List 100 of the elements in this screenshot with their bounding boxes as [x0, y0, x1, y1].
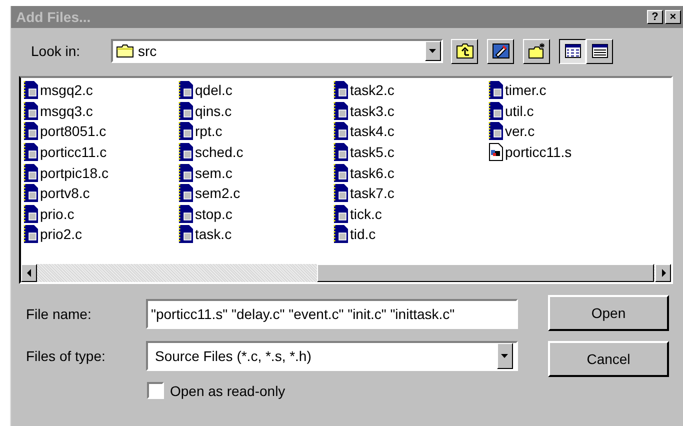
- file-name: timer.c: [505, 82, 546, 98]
- c-file-icon: [23, 122, 39, 140]
- horizontal-scrollbar[interactable]: [21, 264, 671, 282]
- look-in-label: Look in:: [31, 43, 82, 59]
- file-item[interactable]: portv8.c: [23, 182, 178, 204]
- file-item[interactable]: portpic18.c: [23, 162, 178, 183]
- file-name: task.c: [195, 226, 232, 242]
- file-name: qdel.c: [195, 82, 232, 98]
- scroll-left-button[interactable]: [21, 264, 37, 282]
- file-item[interactable]: stop.c: [178, 204, 333, 224]
- file-name-field[interactable]: "porticc11.s" "delay.c" "event.c" "init.c" "inittask.c": [146, 299, 518, 329]
- c-file-icon: [333, 81, 349, 100]
- file-item[interactable]: qins.c: [178, 100, 333, 122]
- read-only-checkbox[interactable]: [147, 382, 164, 399]
- file-item[interactable]: tick.c: [333, 204, 488, 224]
- file-item[interactable]: task3.c: [333, 100, 488, 122]
- folder-icon: [116, 44, 134, 58]
- file-name: qins.c: [195, 102, 232, 119]
- c-file-icon: [178, 122, 194, 140]
- file-name: portv8.c: [40, 185, 90, 202]
- c-file-icon: [333, 184, 349, 202]
- c-file-icon: [333, 102, 349, 120]
- file-item[interactable]: qdel.c: [178, 80, 333, 101]
- file-item[interactable]: sem.c: [178, 162, 333, 183]
- c-file-icon: [23, 81, 39, 100]
- help-button[interactable]: ?: [647, 10, 663, 24]
- c-file-icon: [333, 143, 349, 162]
- c-file-icon: [178, 184, 194, 202]
- c-file-icon: [488, 81, 504, 100]
- read-only-label: Open as read-only: [170, 382, 286, 398]
- c-file-icon: [23, 184, 39, 202]
- c-file-icon: [178, 81, 194, 100]
- file-item[interactable]: tid.c: [333, 224, 488, 245]
- file-item[interactable]: task7.c: [333, 182, 488, 204]
- c-file-icon: [178, 204, 194, 223]
- c-file-icon: [23, 204, 39, 223]
- toolbar-button[interactable]: [559, 38, 586, 64]
- file-name: prio2.c: [40, 226, 82, 242]
- file-item[interactable]: task4.c: [333, 121, 488, 142]
- c-file-icon: [23, 164, 39, 182]
- file-item[interactable]: prio2.c: [23, 224, 178, 245]
- file-type-dropdown[interactable]: Source Files (*.c, *.s, *.h): [146, 341, 518, 371]
- file-name: ver.c: [505, 123, 535, 140]
- file-item[interactable]: msgq2.c: [23, 80, 178, 101]
- file-item[interactable]: task5.c: [333, 142, 488, 162]
- file-item[interactable]: task2.c: [333, 80, 488, 101]
- c-file-icon: [333, 204, 349, 223]
- file-item[interactable]: port8051.c: [23, 121, 178, 142]
- scroll-right-button[interactable]: [655, 264, 671, 282]
- c-file-icon: [333, 164, 349, 182]
- file-name: sem2.c: [195, 185, 240, 202]
- file-name: msgq3.c: [40, 102, 93, 119]
- file-name: task3.c: [350, 102, 394, 119]
- c-file-icon: [23, 102, 39, 120]
- file-name: sem.c: [195, 164, 232, 181]
- file-item[interactable]: msgq3.c: [23, 100, 178, 122]
- c-file-icon: [178, 164, 194, 182]
- file-type-label: Files of type:: [26, 348, 106, 364]
- file-item[interactable]: prio.c: [23, 204, 178, 224]
- file-name: task7.c: [350, 185, 394, 202]
- up-folder-icon: [456, 43, 474, 59]
- c-file-icon: [488, 102, 504, 120]
- c-file-icon: [178, 143, 194, 162]
- details-view-icon: [592, 44, 608, 58]
- c-file-icon: [23, 225, 39, 244]
- file-item[interactable]: task6.c: [333, 162, 488, 183]
- file-name: util.c: [505, 102, 534, 119]
- file-item[interactable]: ver.c: [488, 121, 643, 142]
- close-button[interactable]: ×: [665, 10, 681, 24]
- look-in-value: src: [138, 43, 158, 59]
- scrollbar-thumb[interactable]: [317, 264, 654, 282]
- file-name: prio.c: [40, 206, 74, 222]
- c-file-icon: [333, 122, 349, 140]
- file-name: stop.c: [195, 206, 232, 222]
- file-name: tid.c: [350, 226, 376, 242]
- c-file-icon: [178, 225, 194, 244]
- file-item[interactable]: util.c: [488, 100, 643, 122]
- file-item[interactable]: porticc11.s: [488, 142, 643, 162]
- file-name-label: File name:: [26, 306, 92, 322]
- c-file-icon: [488, 122, 504, 140]
- file-name: rpt.c: [195, 123, 222, 140]
- file-item[interactable]: rpt.c: [178, 121, 333, 142]
- file-name: tick.c: [350, 206, 382, 222]
- file-name: portpic18.c: [40, 164, 108, 181]
- file-name: task5.c: [350, 144, 394, 160]
- file-item[interactable]: porticc11.c: [23, 142, 178, 162]
- dialog-button[interactable]: Cancel: [548, 341, 669, 377]
- file-name: porticc11.c: [40, 144, 107, 160]
- file-item[interactable]: task.c: [178, 224, 333, 245]
- dialog-button[interactable]: Open: [548, 295, 669, 331]
- file-item[interactable]: sem2.c: [178, 182, 333, 204]
- file-name: task6.c: [350, 164, 394, 181]
- file-name: task2.c: [350, 82, 394, 98]
- c-file-icon: [23, 143, 39, 162]
- file-type-value: Source Files (*.c, *.s, *.h): [154, 348, 312, 364]
- file-name: msgq2.c: [40, 82, 93, 98]
- file-item[interactable]: sched.c: [178, 142, 333, 162]
- file-item[interactable]: timer.c: [488, 80, 643, 101]
- file-name: sched.c: [195, 144, 244, 160]
- look-in-dropdown[interactable]: src: [111, 39, 443, 63]
